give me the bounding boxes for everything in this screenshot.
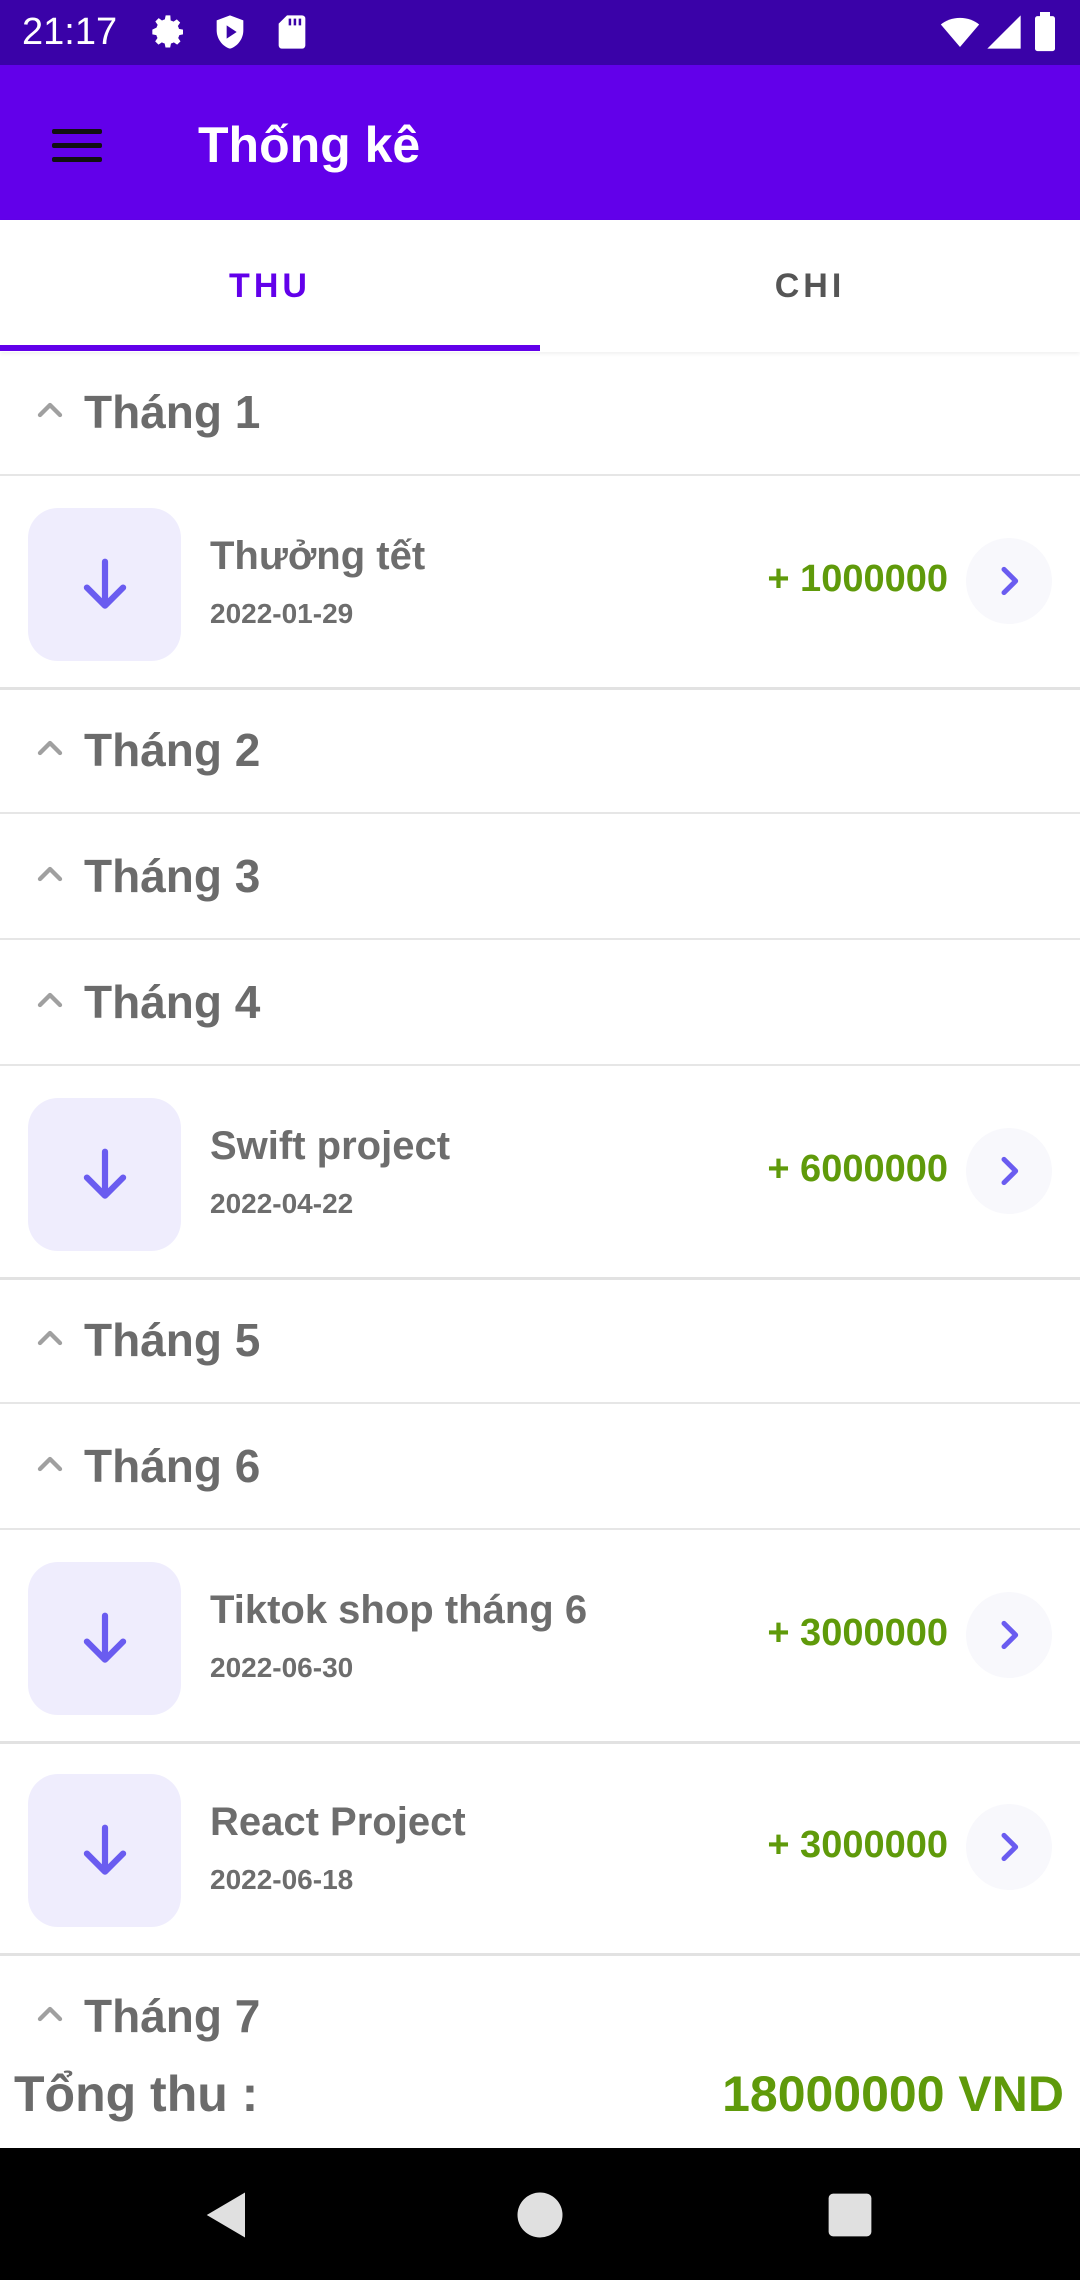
chevron-up-icon	[30, 1994, 70, 2034]
recents-icon[interactable]	[823, 2188, 877, 2242]
transaction-date: 2022-01-29	[210, 598, 354, 629]
total-bar: Tổng thu : 18000000 VND	[0, 2042, 1080, 2148]
month-label: Tháng 7	[84, 1990, 261, 2042]
transaction-amount: + 1000000	[767, 558, 948, 600]
tab-thu[interactable]: THU	[0, 220, 540, 352]
hamburger-menu-icon[interactable]	[40, 109, 114, 183]
month-header[interactable]: Tháng 6	[0, 1406, 1080, 1530]
transaction-amount: + 3000000	[767, 1612, 948, 1654]
wifi-icon	[938, 12, 982, 52]
transaction-title: Swift project	[210, 1124, 451, 1168]
sd-card-icon	[272, 12, 312, 52]
income-down-arrow-icon	[28, 508, 181, 661]
transaction-title: Tiktok shop tháng 6	[210, 1588, 588, 1632]
income-down-arrow-icon	[28, 1098, 181, 1251]
month-header[interactable]: Tháng 7	[0, 1956, 1080, 2042]
transaction-title: Thưởng tết	[210, 534, 426, 578]
month-header[interactable]: Tháng 1	[0, 352, 1080, 476]
page-title: Thống kê	[198, 117, 421, 173]
chevron-right-icon[interactable]	[966, 1592, 1052, 1678]
month-list[interactable]: Tháng 1 Thưởng tết 2022-01-29 + 1000000 Thán…	[0, 352, 1080, 2042]
month-header[interactable]: Tháng 2	[0, 690, 1080, 814]
transaction-row[interactable]: React Project 2022-06-18 + 3000000	[0, 1744, 1080, 1956]
shield-play-icon	[210, 12, 250, 52]
transaction-row[interactable]: Thưởng tết 2022-01-29 + 1000000	[0, 478, 1080, 690]
month-header[interactable]: Tháng 3	[0, 816, 1080, 940]
month-header[interactable]: Tháng 5	[0, 1280, 1080, 1404]
signal-icon	[984, 12, 1024, 52]
gear-icon	[148, 12, 188, 52]
chevron-right-icon[interactable]	[966, 1128, 1052, 1214]
chevron-up-icon	[30, 1318, 70, 1358]
month-header[interactable]: Tháng 4	[0, 942, 1080, 1066]
transaction-date: 2022-04-22	[210, 1188, 354, 1219]
total-value: 18000000 VND	[722, 2066, 1064, 2122]
chevron-up-icon	[30, 390, 70, 430]
back-icon[interactable]	[200, 2188, 254, 2242]
tab-indicator	[0, 345, 540, 351]
month-label: Tháng 5	[84, 1314, 261, 1366]
transaction-date: 2022-06-18	[210, 1864, 354, 1895]
month-label: Tháng 2	[84, 724, 261, 776]
chevron-right-icon[interactable]	[966, 538, 1052, 624]
chevron-up-icon	[30, 1444, 70, 1484]
chevron-up-icon	[30, 728, 70, 768]
status-bar: 21:17	[0, 0, 1080, 65]
battery-icon	[1032, 12, 1060, 52]
status-time: 21:17	[22, 11, 118, 53]
chevron-up-icon	[30, 980, 70, 1020]
transaction-row[interactable]: Swift project 2022-04-22 + 6000000	[0, 1068, 1080, 1280]
income-down-arrow-icon	[28, 1562, 181, 1715]
tab-chi[interactable]: CHI	[540, 220, 1080, 352]
chevron-right-icon[interactable]	[966, 1804, 1052, 1890]
month-label: Tháng 3	[84, 850, 261, 902]
transaction-row[interactable]: Tiktok shop tháng 6 2022-06-30 + 3000000	[0, 1532, 1080, 1744]
transaction-date: 2022-06-30	[210, 1652, 354, 1683]
transaction-amount: + 6000000	[767, 1148, 948, 1190]
income-down-arrow-icon	[28, 1774, 181, 1927]
home-icon[interactable]	[513, 2188, 567, 2242]
app-bar: Thống kê	[0, 65, 1080, 220]
chevron-up-icon	[30, 854, 70, 894]
month-label: Tháng 4	[84, 976, 261, 1028]
total-label: Tổng thu :	[14, 2066, 259, 2122]
month-label: Tháng 6	[84, 1440, 261, 1492]
transaction-title: React Project	[210, 1800, 466, 1844]
tab-bar: THU CHI	[0, 220, 1080, 352]
navigation-bar	[0, 2148, 1080, 2280]
transaction-amount: + 3000000	[767, 1824, 948, 1866]
month-label: Tháng 1	[84, 386, 261, 438]
